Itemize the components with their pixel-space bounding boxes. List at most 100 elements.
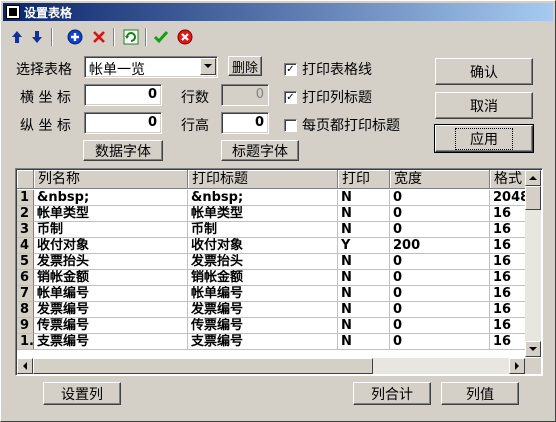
scroll-right-icon[interactable] (509, 358, 525, 374)
ok-button[interactable]: 确认 (435, 58, 533, 85)
cell-width[interactable]: 0 (390, 334, 490, 350)
cell-format[interactable]: 16 (490, 318, 528, 334)
horizontal-scroll-thumb[interactable] (33, 358, 373, 374)
cell-print-flag[interactable]: N (338, 302, 390, 318)
scroll-left-icon[interactable] (17, 358, 33, 374)
cell-print-flag[interactable]: N (338, 318, 390, 334)
horizontal-scrollbar[interactable] (17, 358, 525, 374)
scroll-down-icon[interactable] (525, 341, 541, 357)
x-coord-field[interactable]: 0 (84, 84, 162, 106)
cell-column-name[interactable]: 发票编号 (34, 302, 188, 318)
cell-column-name[interactable]: 销帐金额 (34, 270, 188, 286)
print-col-titles-checkbox[interactable]: ✓ 打印列标题 (284, 87, 372, 107)
app-icon (6, 5, 20, 19)
check-icon[interactable] (151, 27, 171, 47)
cell-print-title[interactable]: 帐单类型 (188, 206, 338, 222)
vertical-scroll-thumb[interactable] (525, 186, 541, 210)
delete-button[interactable]: 删除 (228, 56, 262, 76)
arrow-up-icon[interactable] (7, 27, 27, 47)
cell-format[interactable]: 16 (490, 334, 528, 350)
cell-width[interactable]: 200 (390, 238, 490, 254)
cell-width[interactable]: 0 (390, 318, 490, 334)
cell-width[interactable]: 0 (390, 302, 490, 318)
cell-width[interactable]: 0 (390, 190, 490, 206)
cell-row-number: 1 (17, 190, 34, 206)
arrow-down-icon[interactable] (27, 27, 47, 47)
column-header-print-title[interactable]: 打印标题 (188, 170, 338, 189)
data-font-button[interactable]: 数据字体 (83, 140, 163, 161)
cancel-button[interactable]: 取消 (435, 92, 533, 119)
cell-format[interactable]: 16 (490, 270, 528, 286)
checkbox-box (284, 118, 297, 132)
set-column-button[interactable]: 设置列 (43, 382, 121, 405)
cell-column-name[interactable]: &nbsp; (34, 190, 188, 206)
cell-format[interactable]: 16 (490, 254, 528, 270)
cell-format[interactable]: 16 (490, 238, 528, 254)
cancel-icon[interactable] (175, 27, 195, 47)
cell-column-name[interactable]: 币制 (34, 222, 188, 238)
cell-print-flag[interactable]: N (338, 190, 390, 206)
scroll-up-icon[interactable] (525, 170, 541, 186)
cell-print-title[interactable]: 帐单编号 (188, 286, 338, 302)
columns-grid[interactable]: 列名称 打印标题 打印 宽度 格式 1 &nbsp; &nbsp; N 0 2048 2 帐单类型 帐单… (15, 168, 543, 376)
vertical-scrollbar[interactable] (525, 170, 541, 357)
delete-icon[interactable] (89, 27, 109, 47)
cell-print-title[interactable]: 发票编号 (188, 302, 338, 318)
print-col-titles-label: 打印列标题 (302, 90, 372, 106)
scroll-corner (525, 358, 541, 374)
refresh-icon[interactable] (121, 27, 141, 47)
cell-format[interactable]: 16 (490, 302, 528, 318)
cell-print-title[interactable]: 传票编号 (188, 318, 338, 334)
cell-format[interactable]: 2048 (490, 190, 528, 206)
cell-column-name[interactable]: 传票编号 (34, 318, 188, 334)
cell-width[interactable]: 0 (390, 270, 490, 286)
cell-format[interactable]: 16 (490, 206, 528, 222)
cell-column-name[interactable]: 帐单类型 (34, 206, 188, 222)
cell-column-name[interactable]: 支票编号 (34, 334, 188, 350)
cell-width[interactable]: 0 (390, 286, 490, 302)
y-coord-field[interactable]: 0 (84, 112, 162, 134)
cell-print-title[interactable]: &nbsp; (188, 190, 338, 206)
column-header-column-name[interactable]: 列名称 (34, 170, 188, 189)
column-total-button[interactable]: 列合计 (353, 382, 431, 405)
cell-width[interactable]: 0 (390, 254, 490, 270)
cell-print-flag[interactable]: N (338, 334, 390, 350)
chevron-down-icon[interactable] (200, 58, 216, 75)
select-table-combo[interactable]: 帐单一览 (84, 56, 218, 78)
column-header-width[interactable]: 宽度 (390, 170, 490, 189)
cell-print-flag[interactable]: N (338, 206, 390, 222)
set-table-dialog: 设置表格 选择表格 帐单一览 删除 横 坐 标 0 行数 0 纵 坐 标 0 行… (0, 0, 556, 422)
cell-print-flag[interactable]: N (338, 270, 390, 286)
column-header-print-flag[interactable]: 打印 (338, 170, 390, 189)
title-font-button[interactable]: 标题字体 (221, 140, 299, 161)
cell-print-title[interactable]: 销帐金额 (188, 270, 338, 286)
cell-print-flag[interactable]: Y (338, 238, 390, 254)
cell-print-title[interactable]: 支票编号 (188, 334, 338, 350)
row-height-field[interactable]: 0 (221, 112, 269, 134)
apply-button[interactable]: 应用 (434, 124, 534, 153)
cell-format[interactable]: 16 (490, 286, 528, 302)
print-gridlines-checkbox[interactable]: ✓ 打印表格线 (284, 59, 372, 79)
cell-row-number: 6 (17, 270, 34, 286)
cell-width[interactable]: 0 (390, 222, 490, 238)
cell-print-flag[interactable]: N (338, 254, 390, 270)
cell-print-flag[interactable]: N (338, 286, 390, 302)
cell-column-name[interactable]: 帐单编号 (34, 286, 188, 302)
checkbox-box: ✓ (284, 90, 297, 104)
y-coord-label: 纵 坐 标 (20, 118, 71, 134)
column-value-button[interactable]: 列值 (441, 382, 519, 405)
cell-format[interactable]: 16 (490, 222, 528, 238)
print-titles-each-page-checkbox[interactable]: 每页都打印标题 (284, 115, 400, 135)
column-header-row-number[interactable] (17, 170, 34, 189)
window-title: 设置表格 (24, 6, 73, 20)
add-icon[interactable] (65, 27, 85, 47)
cell-width[interactable]: 0 (390, 206, 490, 222)
checkbox-box: ✓ (284, 62, 297, 76)
cell-print-flag[interactable]: N (338, 222, 390, 238)
cell-print-title[interactable]: 币制 (188, 222, 338, 238)
cell-column-name[interactable]: 发票抬头 (34, 254, 188, 270)
cell-column-name[interactable]: 收付对象 (34, 238, 188, 254)
cell-print-title[interactable]: 发票抬头 (188, 254, 338, 270)
cell-print-title[interactable]: 收付对象 (188, 238, 338, 254)
column-header-format[interactable]: 格式 (490, 170, 528, 189)
